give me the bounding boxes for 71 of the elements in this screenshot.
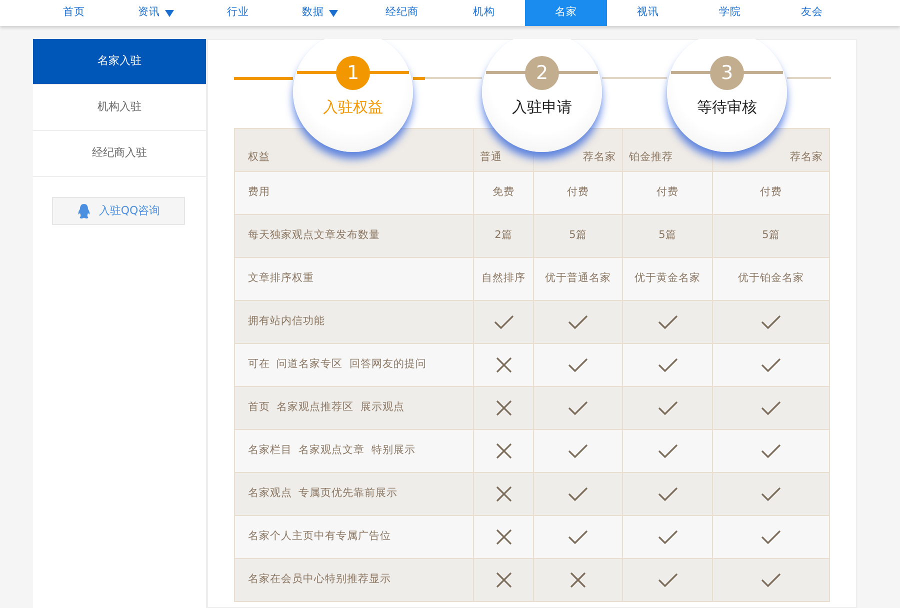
table-cell: 名家在会员中心特别推荐显示 — [234, 558, 474, 602]
nav-link[interactable]: 机构 — [443, 0, 525, 26]
check-icon — [761, 356, 781, 373]
check-icon — [761, 528, 781, 545]
cross-icon — [494, 485, 512, 503]
table-cell: 5篇 — [534, 214, 622, 258]
nav-link[interactable]: 视讯 — [607, 0, 689, 26]
check-icon — [658, 400, 678, 416]
table-cell: 名家个人主页中有专属广告位 — [234, 516, 474, 558]
nav-link[interactable]: 资讯 — [115, 0, 197, 26]
table-cell: 5篇 — [712, 214, 830, 258]
check-icon — [658, 442, 678, 459]
step-number: 3 — [710, 56, 744, 90]
check-icon — [658, 486, 678, 502]
table-cell: 拥有站内信功能 — [234, 300, 474, 344]
table-cell: 2篇 — [474, 214, 534, 258]
check-icon — [494, 314, 514, 330]
nav-link[interactable]: 行业 — [197, 0, 279, 26]
table-cell: 首页 名家观点推荐区 展示观点 — [234, 386, 474, 430]
check-icon — [658, 528, 678, 545]
check-icon — [761, 486, 781, 502]
check-icon — [568, 400, 588, 416]
check-icon — [761, 572, 781, 588]
cross-icon — [494, 571, 512, 589]
nav-link[interactable]: 数据 — [279, 0, 361, 26]
table-cell: 费用 — [234, 172, 474, 214]
check-icon — [568, 486, 588, 502]
step-circle[interactable]: 3 等待审核 — [667, 39, 787, 152]
table-cell: 优于普通名家 — [534, 258, 622, 300]
table-cell: 5篇 — [622, 214, 712, 258]
table-cell: 名家栏目 名家观点文章 特别展示 — [234, 430, 474, 472]
cross-icon — [494, 356, 512, 374]
cross-icon — [494, 399, 512, 417]
table-cell: 自然排序 — [474, 258, 534, 300]
table-cell: 免费 — [474, 172, 534, 214]
check-icon — [761, 314, 781, 330]
check-icon — [761, 400, 781, 416]
step-number: 2 — [525, 56, 559, 90]
check-icon — [658, 314, 678, 330]
table-cell: 文章排序权重 — [234, 258, 474, 300]
step-number: 1 — [336, 56, 370, 90]
step-label: 等待审核 — [696, 97, 758, 118]
check-icon — [568, 314, 588, 330]
qq-consult-button[interactable]: 入驻QQ咨询 — [52, 197, 185, 225]
table-cell: 可在 问道名家专区 回答网友的提问 — [234, 344, 474, 386]
penguin-icon — [76, 204, 91, 218]
nav-link[interactable]: 经纪商 — [361, 0, 443, 26]
check-icon — [568, 528, 588, 545]
table-cell: 付费 — [534, 172, 622, 214]
table-cell: 名家观点 专属页优先靠前展示 — [234, 472, 474, 516]
check-icon — [658, 356, 678, 373]
table-cell: 优于黄金名家 — [622, 258, 712, 300]
table-cell: 付费 — [622, 172, 712, 214]
check-icon — [568, 442, 588, 459]
cross-icon — [494, 528, 512, 546]
table-cell: 付费 — [712, 172, 830, 214]
step-label: 入驻申请 — [511, 97, 573, 118]
nav-link[interactable]: 学院 — [689, 0, 771, 26]
nav-link[interactable]: 名家 — [525, 0, 607, 26]
check-icon — [658, 572, 678, 588]
nav-link[interactable]: 友会 — [771, 0, 853, 26]
check-icon — [568, 356, 588, 373]
sidebar-item[interactable]: 名家入驻 — [33, 39, 206, 85]
check-icon — [761, 442, 781, 459]
cross-icon — [494, 442, 512, 460]
cross-icon — [569, 571, 587, 589]
table-cell: 优于铂金名家 — [712, 258, 830, 300]
step-label: 入驻权益 — [322, 97, 384, 118]
table-cell: 每天独家观点文章发布数量 — [234, 214, 474, 258]
nav-link[interactable]: 首页 — [33, 0, 115, 26]
step-circle[interactable]: 2 入驻申请 — [482, 39, 602, 152]
